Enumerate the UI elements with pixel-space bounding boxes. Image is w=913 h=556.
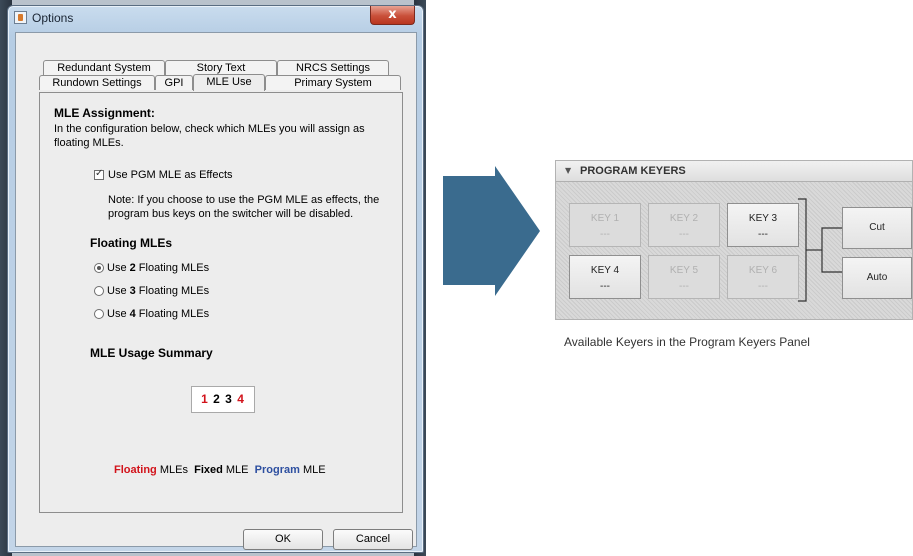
option-text: Floating MLEs: [135, 308, 210, 320]
key-value: ---: [600, 281, 610, 292]
mle-digit-2: 2: [213, 392, 221, 406]
legend-program-suffix: MLE: [302, 464, 326, 476]
mle-digit-3: 3: [225, 392, 233, 406]
key-value: ---: [679, 281, 689, 292]
key-label: KEY 2: [669, 213, 699, 224]
use-pgm-mle-label[interactable]: Use PGM MLE as Effects: [108, 169, 233, 181]
key-label: KEY 1: [590, 213, 620, 224]
note-line1: Note: If you choose to use the PGM MLE a…: [108, 194, 380, 206]
program-keyers-title: PROGRAM KEYERS: [580, 165, 686, 177]
key-6-button[interactable]: KEY 6 ---: [727, 255, 799, 299]
key-1-button[interactable]: KEY 1 ---: [569, 203, 641, 247]
key-label: KEY 4: [590, 265, 620, 276]
keyers-caption: Available Keyers in the Program Keyers P…: [564, 335, 810, 349]
mle-use-panel: MLE Assignment: In the configuration bel…: [39, 92, 403, 513]
dialog-client-area: Redundant System Story Text NRCS Setting…: [15, 32, 417, 550]
ok-button[interactable]: OK: [243, 529, 323, 550]
program-keyers-header[interactable]: ▼ PROGRAM KEYERS: [556, 161, 912, 182]
transition-bracket: [798, 198, 842, 302]
option-text: Use: [107, 262, 130, 274]
option-text: Use: [107, 285, 130, 297]
radio-3-floating[interactable]: [94, 286, 104, 296]
legend-floating-suffix: MLEs: [159, 464, 188, 476]
key-value: ---: [679, 229, 689, 240]
radio-2-floating-label[interactable]: Use 2 Floating MLEs: [107, 262, 209, 274]
key-label: KEY 6: [748, 265, 778, 276]
option-text: Floating MLEs: [135, 285, 210, 297]
right-arrow-icon: [443, 166, 540, 296]
mle-usage-summary-heading: MLE Usage Summary: [90, 346, 213, 360]
option-text: Floating MLEs: [135, 262, 210, 274]
tab-nrcs-settings[interactable]: NRCS Settings: [277, 60, 389, 75]
cancel-button[interactable]: Cancel: [333, 529, 413, 550]
radio-2-floating[interactable]: [94, 263, 104, 273]
key-value: ---: [758, 229, 768, 240]
use-pgm-mle-checkbox[interactable]: [94, 168, 104, 180]
note-line2: program bus keys on the switcher will be…: [108, 208, 354, 220]
radio-3-floating-label[interactable]: Use 3 Floating MLEs: [107, 285, 209, 297]
radio-4-floating[interactable]: [94, 309, 104, 319]
mle-digit-4: 4: [237, 392, 245, 406]
key-4-button[interactable]: KEY 4 ---: [569, 255, 641, 299]
mle-assignment-heading: MLE Assignment:: [54, 106, 155, 120]
assignment-description-line1: In the configuration below, check which …: [54, 123, 365, 135]
program-keyers-panel: ▼ PROGRAM KEYERS KEY 1 --- KEY 2 --- KEY 3…: [555, 160, 913, 320]
collapse-caret-icon[interactable]: ▼: [565, 166, 571, 175]
close-button[interactable]: x: [370, 6, 415, 25]
options-dialog: Options x Redundant System Story Text NR…: [7, 5, 424, 553]
window-title: Options: [32, 11, 74, 25]
option-text: Use: [107, 308, 130, 320]
key-value: ---: [758, 281, 768, 292]
auto-button[interactable]: Auto: [842, 257, 912, 299]
legend-fixed-suffix: MLE: [225, 464, 249, 476]
title-bar[interactable]: Options x: [8, 6, 423, 30]
key-5-button[interactable]: KEY 5 ---: [648, 255, 720, 299]
tab-mle-use[interactable]: MLE Use: [193, 74, 265, 91]
keyers-body: KEY 1 --- KEY 2 --- KEY 3 --- KEY 4 --- KEY …: [556, 182, 912, 319]
legend-floating: Floating: [114, 464, 157, 476]
key-2-button[interactable]: KEY 2 ---: [648, 203, 720, 247]
legend-program: Program: [254, 464, 300, 476]
key-value: ---: [600, 229, 610, 240]
tab-rundown-settings[interactable]: Rundown Settings: [39, 75, 155, 90]
mle-legend: Floating MLEs Fixed MLE Program MLE: [114, 464, 326, 476]
mle-usage-summary-box: 1 2 3 4: [191, 386, 255, 413]
cut-button[interactable]: Cut: [842, 207, 912, 249]
key-label: KEY 5: [669, 265, 699, 276]
floating-mles-heading: Floating MLEs: [90, 236, 172, 250]
legend-fixed: Fixed: [194, 464, 223, 476]
key-3-button[interactable]: KEY 3 ---: [727, 203, 799, 247]
radio-4-floating-label[interactable]: Use 4 Floating MLEs: [107, 308, 209, 320]
tab-primary-system[interactable]: Primary System: [265, 75, 401, 90]
tab-gpi[interactable]: GPI: [155, 75, 193, 90]
mle-digit-1: 1: [201, 392, 209, 406]
java-app-icon: [14, 11, 27, 24]
tab-story-text[interactable]: Story Text: [165, 60, 277, 75]
assignment-description-line2: floating MLEs.: [54, 137, 124, 149]
key-label: KEY 3: [748, 213, 778, 224]
tab-redundant-system[interactable]: Redundant System: [43, 60, 165, 75]
